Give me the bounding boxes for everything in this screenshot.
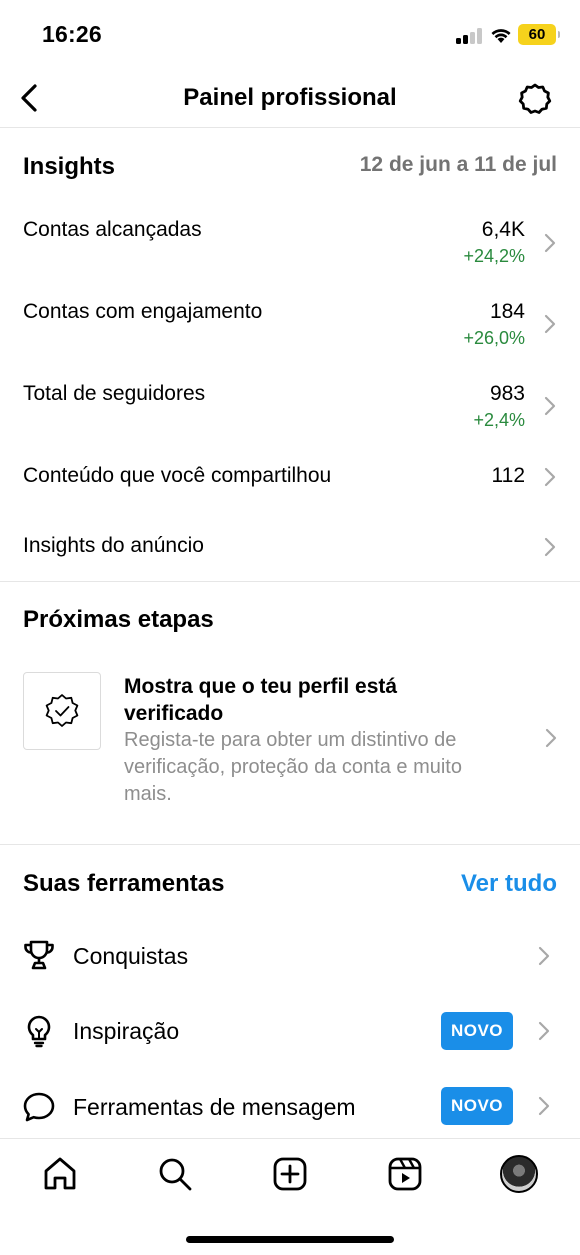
verification-card-description: Regista-te para obter um distintivo de v…	[124, 729, 462, 805]
section-divider	[0, 581, 580, 582]
profile-avatar[interactable]	[500, 1155, 538, 1193]
metric-row-accounts-engaged[interactable]: Contas com engajamento 184 +26,0%	[0, 287, 580, 357]
metric-row-total-followers[interactable]: Total de seguidores 983 +2,4%	[0, 369, 580, 439]
home-indicator	[186, 1236, 394, 1243]
status-bar: 16:26 60	[0, 0, 580, 70]
lightbulb-icon	[27, 1015, 51, 1048]
create-post-icon[interactable]	[271, 1155, 309, 1193]
home-icon[interactable]	[41, 1155, 79, 1193]
metric-delta: +2,4%	[473, 410, 525, 430]
new-badge: NOVO	[441, 1087, 513, 1125]
chevron-right-icon	[545, 728, 557, 748]
search-icon[interactable]	[156, 1155, 194, 1193]
new-badge: NOVO	[441, 1012, 513, 1050]
insights-title: Insights	[23, 153, 116, 180]
metric-value: 6,4K	[481, 218, 525, 241]
tool-row-achievements[interactable]: Conquistas	[0, 925, 580, 987]
metric-label: Contas alcançadas	[23, 218, 202, 241]
verification-card-title: Mostra que o teu perfil está verificado	[124, 675, 398, 725]
metric-value: 112	[491, 464, 525, 487]
cellular-signal-icon	[456, 28, 484, 44]
reels-icon[interactable]	[386, 1155, 424, 1193]
tool-row-inspiration[interactable]: Inspiração NOVO	[0, 1000, 580, 1062]
chevron-right-icon	[544, 233, 556, 253]
tool-label: Inspiração	[73, 1018, 180, 1044]
tool-label: Conquistas	[73, 943, 189, 969]
chevron-right-icon	[538, 1096, 550, 1116]
next-steps-title: Próximas etapas	[23, 606, 214, 633]
tools-title: Suas ferramentas	[23, 870, 225, 897]
verification-badge-box	[23, 672, 101, 750]
metric-value: 184	[489, 300, 525, 323]
chevron-right-icon	[544, 396, 556, 416]
battery-indicator: 60	[518, 24, 560, 45]
metric-row-ad-insights[interactable]: Insights do anúncio	[0, 522, 580, 572]
verified-badge-icon	[45, 694, 79, 727]
metric-label: Contas com engajamento	[23, 300, 263, 323]
tool-row-messaging-tools[interactable]: Ferramentas de mensagem NOVO	[0, 1076, 580, 1138]
metric-delta: +24,2%	[463, 246, 525, 266]
nav-bar: Painel profissional	[0, 70, 580, 128]
chevron-right-icon	[538, 946, 550, 966]
metric-delta: +26,0%	[463, 328, 525, 348]
metric-label: Conteúdo que você compartilhou	[23, 464, 332, 487]
date-range: 12 de jun a 11 de jul	[359, 153, 557, 176]
chevron-right-icon	[538, 1021, 550, 1041]
chevron-right-icon	[544, 314, 556, 334]
metric-row-content-shared[interactable]: Conteúdo que você compartilhou 112	[0, 452, 580, 502]
metric-value: 983	[489, 382, 525, 405]
tool-label: Ferramentas de mensagem	[73, 1094, 356, 1120]
message-bubble-icon	[23, 1092, 55, 1122]
status-time: 16:26	[42, 21, 102, 47]
chevron-right-icon	[544, 537, 556, 557]
chevron-right-icon	[544, 467, 556, 487]
page-title: Painel profissional	[183, 84, 397, 111]
metric-label: Total de seguidores	[23, 382, 206, 405]
settings-gear-icon[interactable]	[518, 82, 552, 116]
metric-row-accounts-reached[interactable]: Contas alcançadas 6,4K +24,2%	[0, 205, 580, 275]
trophy-icon	[24, 940, 54, 970]
metric-label: Insights do anúncio	[23, 534, 204, 557]
section-divider	[0, 844, 580, 845]
see-all-link[interactable]: Ver tudo	[461, 870, 557, 898]
wifi-icon	[491, 29, 511, 43]
